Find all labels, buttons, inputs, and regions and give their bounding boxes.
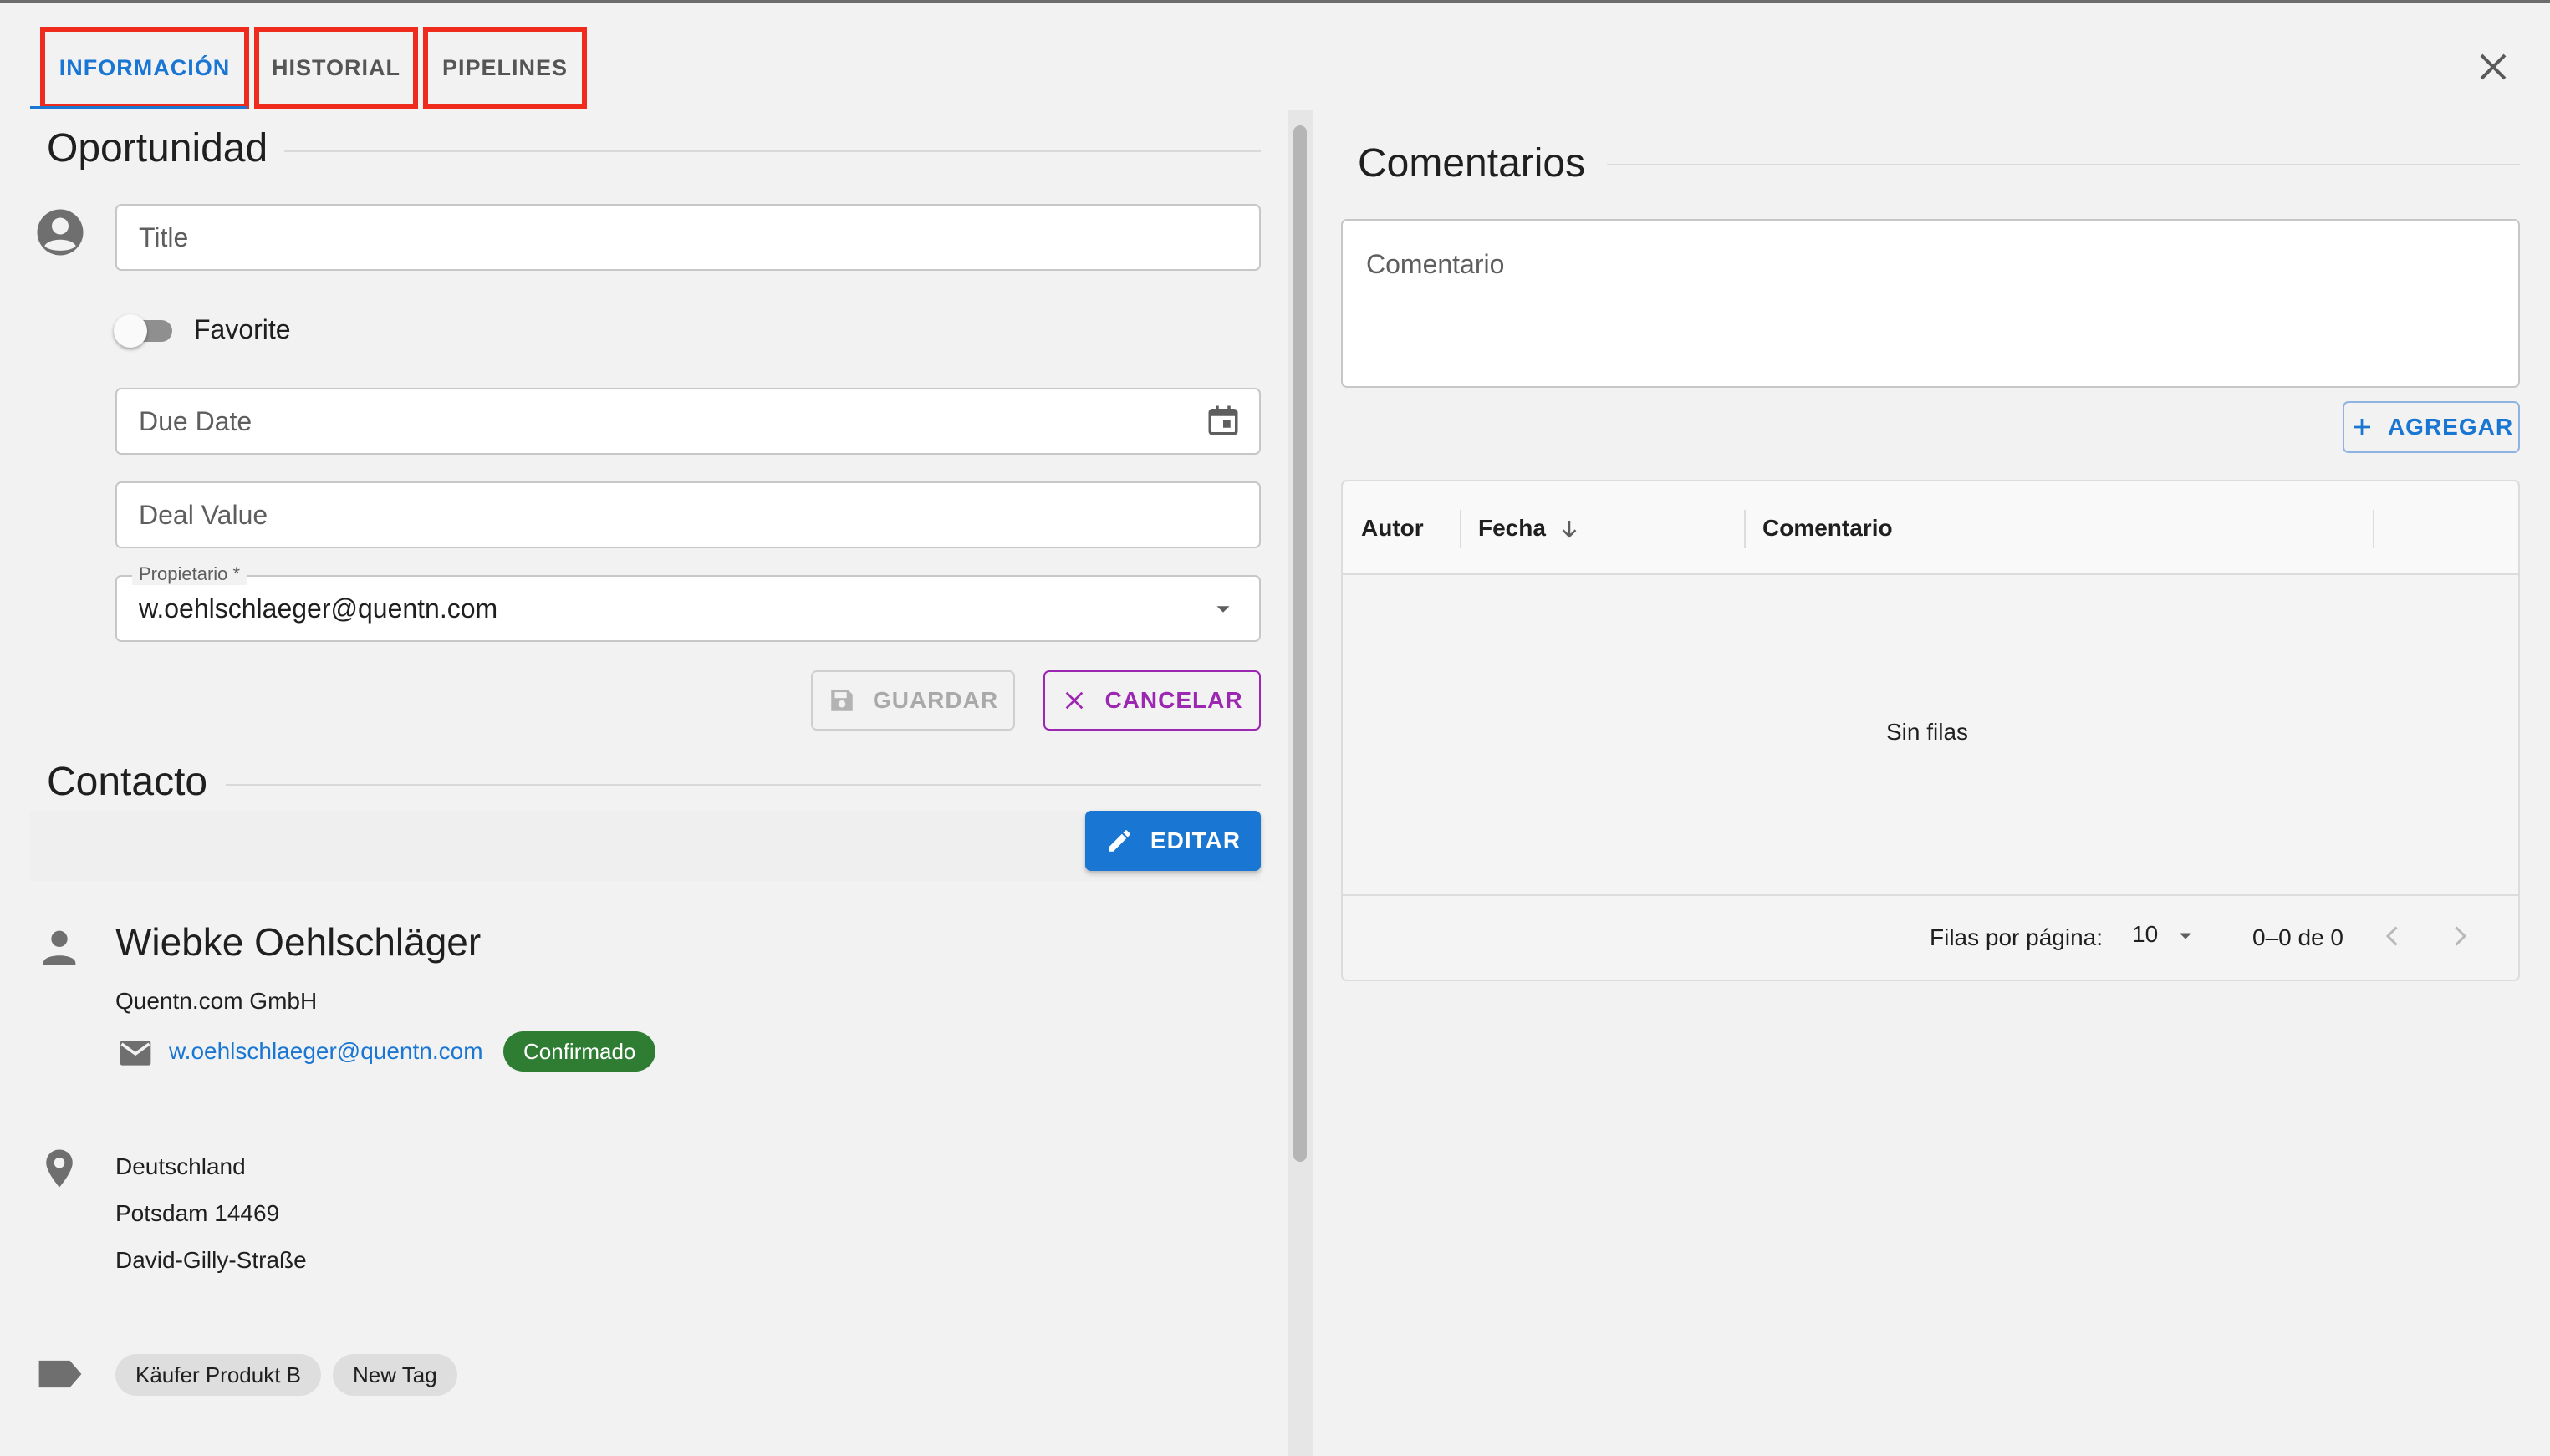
column-separator[interactable] <box>2373 510 2374 548</box>
tab-informacion[interactable]: INFORMACIÓN <box>40 27 249 109</box>
column-header-autor[interactable]: Autor <box>1361 515 1424 542</box>
section-title-contact: Contacto <box>47 760 208 804</box>
section-divider <box>284 150 1261 152</box>
save-label: GUARDAR <box>872 687 999 713</box>
tag-chip[interactable]: New Tag <box>333 1354 457 1396</box>
contact-name: Wiebke Oehlschläger <box>115 920 482 964</box>
edit-label: EDITAR <box>1150 827 1242 853</box>
deal-value-field[interactable]: Deal Value <box>115 481 1261 548</box>
tag-icon <box>38 1360 82 1388</box>
contact-company: Quentn.com GmbH <box>115 988 318 1014</box>
sort-descending-icon[interactable] <box>1557 517 1582 542</box>
section-divider <box>1607 164 2520 165</box>
comments-table: Autor Fecha Comentario Sin filas Filas p… <box>1341 480 2520 981</box>
tab-pipelines[interactable]: PIPELINES <box>423 27 587 109</box>
favorite-switch[interactable] <box>114 314 176 348</box>
window-top-border <box>0 0 2550 3</box>
chevron-right-icon[interactable] <box>2445 921 2475 951</box>
favorite-label: Favorite <box>194 314 291 344</box>
owner-select[interactable]: w.oehlschlaeger@quentn.com <box>115 575 1261 642</box>
calendar-icon[interactable] <box>1206 403 1241 438</box>
contact-email-link[interactable]: w.oehlschlaeger@quentn.com <box>169 1038 483 1065</box>
dropdown-arrow-icon[interactable] <box>1211 597 1236 622</box>
tab-historial[interactable]: HISTORIAL <box>254 27 418 109</box>
tag-chip[interactable]: Käufer Produkt B <box>115 1354 321 1396</box>
due-date-field[interactable]: Due Date <box>115 388 1261 455</box>
email-status-badge: Confirmado <box>503 1031 656 1072</box>
due-date-placeholder: Due Date <box>139 405 252 436</box>
edit-contact-button[interactable]: EDITAR <box>1085 811 1261 871</box>
person-icon <box>43 930 76 965</box>
scrollbar-thumb[interactable] <box>1293 125 1307 1162</box>
contact-toolbar <box>30 811 1261 881</box>
column-header-fecha[interactable]: Fecha <box>1478 515 1546 542</box>
comment-input[interactable]: Comentario <box>1341 219 2520 388</box>
footer-divider <box>1343 894 2518 896</box>
comment-placeholder: Comentario <box>1366 249 1505 279</box>
cancel-button[interactable]: CANCELAR <box>1043 670 1261 731</box>
add-comment-button[interactable]: AGREGAR <box>2343 401 2520 453</box>
column-header-comentario[interactable]: Comentario <box>1762 515 1893 542</box>
close-icon[interactable] <box>2473 47 2513 87</box>
owner-label: Propietario * <box>132 563 247 585</box>
title-placeholder: Title <box>139 221 189 252</box>
empty-rows-message: Sin filas <box>1886 719 1969 745</box>
close-icon <box>1066 691 1084 710</box>
owner-value: w.oehlschlaeger@quentn.com <box>139 593 498 624</box>
mail-icon <box>120 1041 151 1066</box>
save-button[interactable]: GUARDAR <box>811 670 1015 731</box>
rows-per-page-label: Filas por página: <box>1930 924 2104 950</box>
rows-per-page-select[interactable]: 10 <box>2132 921 2158 948</box>
column-separator[interactable] <box>1744 510 1746 548</box>
active-tab-indicator <box>30 106 247 109</box>
section-divider <box>226 784 1261 786</box>
address-street: David-Gilly-Straße <box>115 1247 307 1273</box>
dropdown-arrow-icon[interactable] <box>2174 924 2197 948</box>
address-city: Potsdam 14469 <box>115 1200 280 1226</box>
plus-icon <box>2353 419 2370 435</box>
cancel-label: CANCELAR <box>1104 687 1243 713</box>
chevron-left-icon[interactable] <box>2378 921 2408 951</box>
location-pin-icon <box>46 1149 73 1188</box>
section-title-comments: Comentarios <box>1358 141 1586 186</box>
pencil-icon <box>1109 830 1130 852</box>
add-label: AGREGAR <box>2387 414 2514 440</box>
pagination-range: 0–0 de 0 <box>2252 924 2343 950</box>
save-icon <box>831 690 853 711</box>
account-circle-icon <box>37 209 84 256</box>
title-field[interactable]: Title <box>115 204 1261 271</box>
section-title-opportunity: Oportunidad <box>47 126 268 171</box>
deal-value-placeholder: Deal Value <box>139 499 268 530</box>
column-separator[interactable] <box>1460 510 1461 548</box>
address-country: Deutschland <box>115 1153 246 1179</box>
